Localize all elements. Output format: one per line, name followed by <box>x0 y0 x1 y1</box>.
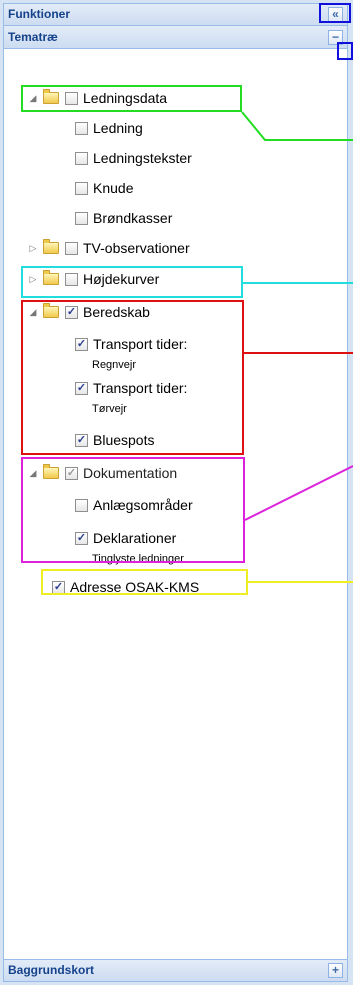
annotation-box-magenta <box>21 457 245 563</box>
expand-baggrundskort-button[interactable]: + <box>328 963 343 978</box>
theme-tree-header: Tematræ − <box>4 26 347 49</box>
node-label: Brøndkasser <box>93 210 173 226</box>
annotation-box-cyan <box>21 266 243 298</box>
tree-node-brondkasser[interactable]: Brøndkasser <box>75 208 172 228</box>
tree-node-ledning[interactable]: Ledning <box>75 118 143 138</box>
node-label: Ledning <box>93 120 143 136</box>
functions-title: Funktioner <box>8 7 70 21</box>
annotation-box-red <box>21 300 244 455</box>
folder-icon <box>43 239 59 254</box>
tree-node-tv-observationer[interactable]: ▷ TV-observationer <box>27 238 190 258</box>
checkbox[interactable] <box>75 121 88 135</box>
collapsed-arrow-icon[interactable]: ▷ <box>27 243 39 254</box>
tree-node-ledningstekster[interactable]: Ledningstekster <box>75 148 192 168</box>
tree-node-knude[interactable]: Knude <box>75 178 133 198</box>
node-label: Knude <box>93 180 134 196</box>
theme-tree-title: Tematræ <box>8 30 58 44</box>
baggrundskort-header: Baggrundskort + <box>4 959 347 981</box>
checkbox[interactable] <box>75 151 88 165</box>
annotation-box-green <box>21 85 242 112</box>
annotation-box-blue <box>319 3 351 23</box>
node-label: Ledningstekster <box>93 150 192 166</box>
checkbox[interactable] <box>75 181 88 195</box>
baggrundskort-title: Baggrundskort <box>8 963 95 977</box>
checkbox[interactable] <box>75 211 88 225</box>
annotation-box-yellow <box>41 569 248 595</box>
annotation-box-blue-small <box>337 42 353 60</box>
checkbox[interactable] <box>65 241 78 255</box>
node-label: TV-observationer <box>83 240 190 256</box>
functions-header: Funktioner « <box>4 4 347 26</box>
